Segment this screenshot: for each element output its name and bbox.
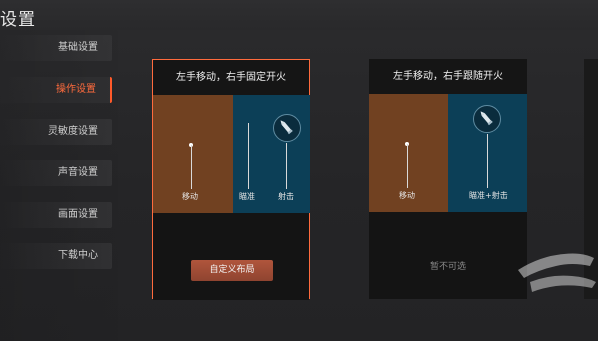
- bullet-icon: [280, 120, 293, 135]
- fire-line: [286, 143, 287, 189]
- move-label: 移动: [399, 191, 415, 200]
- top-bar: 设置: [0, 0, 598, 30]
- sidebar-item-control-settings[interactable]: 操作设置: [0, 77, 112, 103]
- aim-fire-label: 瞄准+射击: [469, 191, 508, 200]
- card-title: 左手移动，右手跟随开火: [369, 59, 527, 94]
- sidebar-item-sound-settings[interactable]: 声音设置: [0, 160, 112, 186]
- unavailable-label: 暂不可选: [429, 262, 466, 272]
- move-zone: 移动: [153, 95, 233, 213]
- aim-fire-line: [487, 134, 488, 188]
- move-zone: 移动: [369, 94, 448, 212]
- bullet-icon: [480, 111, 493, 126]
- card-footer: 自定义布局: [153, 213, 309, 300]
- move-stick-line: [191, 145, 192, 189]
- layout-card-follow-fire[interactable]: 左手移动，右手跟随开火 移动 瞄准+射击 暂不可选: [369, 59, 527, 299]
- move-stick-line: [407, 144, 408, 188]
- card-title: 左手移动，右手固定开火: [153, 60, 309, 95]
- aim-line: [248, 123, 249, 189]
- page-title: 设置: [0, 10, 36, 30]
- layout-card-fixed-fire[interactable]: 左手移动，右手固定开火 移动 瞄准 射击 自定义布局: [152, 59, 310, 300]
- card-footer: 暂不可选: [369, 212, 527, 299]
- fire-button: [473, 105, 501, 133]
- sidebar-item-basic-settings[interactable]: 基础设置: [0, 35, 112, 61]
- sidebar-item-sensitivity-settings[interactable]: 灵敏度设置: [0, 119, 112, 145]
- sidebar-item-graphics-settings[interactable]: 画面设置: [0, 202, 112, 228]
- fire-button: [273, 114, 301, 142]
- aim-label: 瞄准: [239, 192, 255, 201]
- fire-label: 射击: [278, 192, 294, 201]
- aim-fire-zone: 瞄准 射击: [233, 95, 310, 213]
- watermark-graphic: [518, 253, 596, 292]
- move-label: 移动: [182, 192, 198, 201]
- aim-fire-zone: 瞄准+射击: [448, 94, 527, 212]
- custom-layout-button[interactable]: 自定义布局: [191, 260, 273, 281]
- sidebar: 基础设置 操作设置 灵敏度设置 声音设置 画面设置 下载中心: [0, 30, 118, 341]
- sidebar-item-download-center[interactable]: 下载中心: [0, 243, 112, 269]
